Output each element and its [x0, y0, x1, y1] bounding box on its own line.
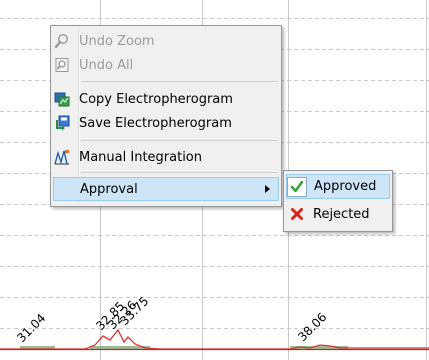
save-chart-icon	[54, 115, 70, 131]
menu-item-label: Rejected	[313, 206, 370, 222]
menu-item-label: Undo All	[79, 57, 134, 73]
menu-item-label: Undo Zoom	[79, 33, 155, 49]
peak-labels: 31.04 32.85 32.26 33.75 38.06	[14, 294, 329, 345]
menu-item-label: Save Electropherogram	[79, 115, 232, 131]
submenu-item-rejected[interactable]: Rejected	[286, 202, 390, 226]
menu-item-label: Approval	[80, 181, 138, 197]
menu-item-undo-all[interactable]: Undo All	[53, 53, 279, 77]
menu-item-label: Approved	[314, 179, 377, 194]
menu-item-label: Manual Integration	[79, 149, 203, 165]
menu-separator	[81, 172, 278, 173]
check-icon	[287, 176, 307, 197]
copy-chart-icon	[54, 91, 70, 107]
menu-item-approval[interactable]: Approval	[53, 177, 279, 201]
x-icon	[289, 206, 305, 222]
undo-all-icon	[54, 57, 70, 73]
trace-line	[0, 328, 429, 350]
menu-item-manual-integration[interactable]: Manual Integration	[53, 145, 279, 169]
submenu-arrow-icon	[265, 185, 270, 193]
menu-item-label: Copy Electropherogram	[79, 91, 233, 107]
integration-icon	[54, 149, 70, 165]
approval-submenu: Approved Rejected	[283, 170, 393, 232]
context-menu: Undo Zoom Undo All Copy Electropherogram…	[50, 25, 282, 207]
submenu-item-approved[interactable]: Approved	[286, 174, 390, 199]
zoom-icon	[54, 33, 70, 49]
menu-item-copy-electropherogram[interactable]: Copy Electropherogram	[53, 87, 279, 111]
menu-separator	[81, 81, 278, 82]
menu-item-save-electropherogram[interactable]: Save Electropherogram	[53, 111, 279, 135]
peak-label: 38.06	[295, 310, 329, 344]
menu-item-undo-zoom[interactable]: Undo Zoom	[53, 29, 279, 53]
menu-separator	[81, 140, 278, 141]
